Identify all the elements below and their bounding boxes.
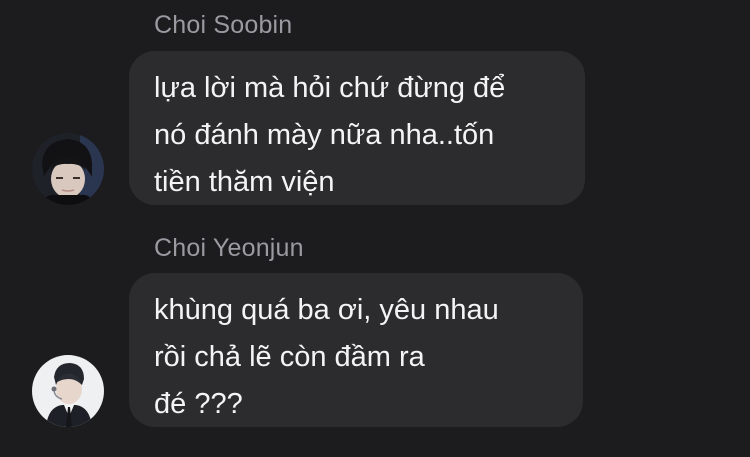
message-text-line: rồi chả lẽ còn đầm ra: [154, 341, 425, 373]
chat-thread: Choi Soobin lựa lời mà hỏi chứ đừng để n…: [0, 0, 750, 457]
message-text-line: đé ???: [154, 388, 243, 420]
message-text-line: khùng quá ba ơi, yêu nhau: [154, 294, 499, 326]
dark-haired-person-avatar-icon: [32, 133, 104, 205]
message-bubble[interactable]: lựa lời mà hỏi chứ đừng để nó đánh mày n…: [129, 51, 585, 205]
sender-name: Choi Yeonjun: [154, 234, 304, 262]
message-text-line: lựa lời mà hỏi chứ đừng để: [154, 72, 506, 104]
sender-name: Choi Soobin: [154, 11, 293, 39]
message-text-line: tiền thăm viện: [154, 166, 335, 198]
message-text-line: nó đánh mày nữa nha..tốn: [154, 119, 495, 151]
avatar[interactable]: [32, 355, 104, 427]
avatar[interactable]: [32, 133, 104, 205]
message-bubble[interactable]: khùng quá ba ơi, yêu nhau rồi chả lẽ còn…: [129, 273, 583, 427]
person-in-suit-with-headset-avatar-icon: [32, 355, 104, 427]
